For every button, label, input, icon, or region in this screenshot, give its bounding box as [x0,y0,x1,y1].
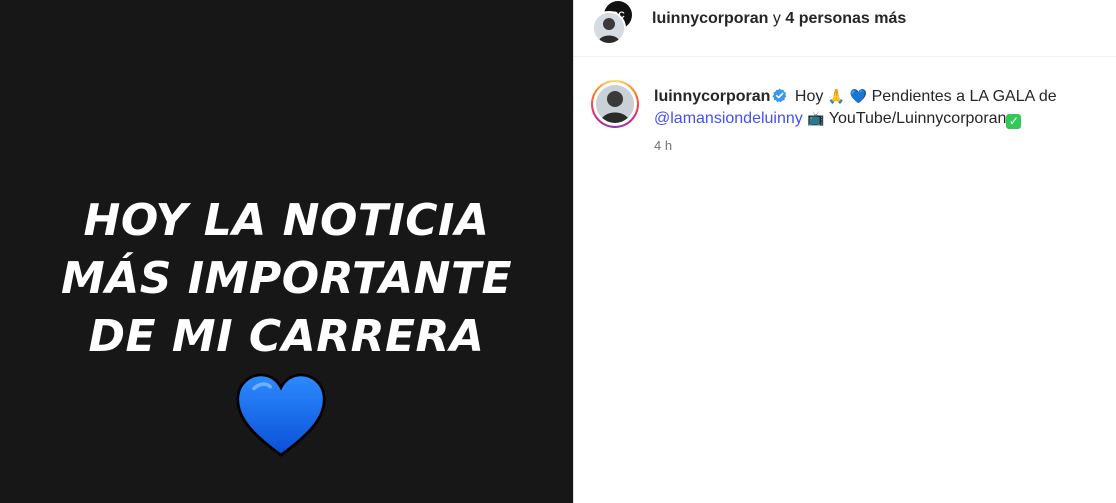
caption-text: luinnycorporan Hoy 🙏 💙 Pendientes a LA G… [654,86,1094,130]
avatar[interactable] [592,11,626,45]
header-title[interactable]: luinnycorporan y 4 personas más [652,10,906,28]
avatar[interactable] [596,85,634,123]
person-icon [596,85,634,123]
header-username[interactable]: luinnycorporan [652,10,768,27]
mention-link[interactable]: @lamansiondeluinny [654,110,803,127]
media-headline: HOY LA NOTICIA MÁS IMPORTANTE DE MI CARR… [0,192,573,366]
collab-avatars[interactable]: OC [592,1,632,45]
blue-heart-icon: 💙 [849,89,868,105]
story-ring-avatar[interactable] [591,80,639,128]
praying-hands-icon: 🙏 [827,89,846,105]
post-timestamp[interactable]: 4 h [654,138,672,153]
caption-text-1: Hoy [794,88,824,105]
check-mark-icon: ✓ [1006,114,1022,129]
header-others[interactable]: 4 personas más [785,10,906,27]
television-icon: 📺 [807,111,825,127]
headline-line-3: DE MI CARRERA [88,311,485,362]
caption-text-2: Pendientes a LA GALA de [871,88,1057,105]
post-header: OC luinnycorporan y 4 personas más [574,0,1116,57]
blue-heart-icon [236,373,326,457]
verified-badge-icon [772,88,787,103]
headline-line-1: HOY LA NOTICIA [83,195,490,246]
person-icon [594,13,624,43]
header-connector: y [768,10,786,27]
caption-username[interactable]: luinnycorporan [654,88,770,105]
caption-text-3: YouTube/Luinnycorporan [828,110,1007,127]
post-media[interactable]: HOY LA NOTICIA MÁS IMPORTANTE DE MI CARR… [0,0,573,503]
post-side-panel: OC luinnycorporan y 4 personas más [573,0,1116,503]
avatar-ring-inner [593,82,637,126]
headline-line-2: MÁS IMPORTANTE [60,253,513,304]
